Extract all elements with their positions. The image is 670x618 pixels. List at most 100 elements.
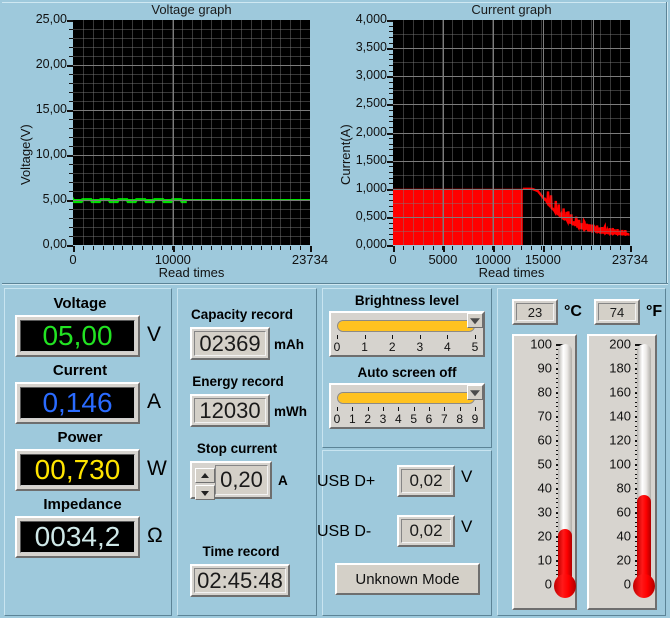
- chevron-down-icon: [470, 317, 480, 324]
- current-graph-title: Current graph: [471, 2, 552, 17]
- slider-tick-label: 2: [388, 340, 396, 354]
- axis-minor-tick: [610, 246, 612, 250]
- chevron-up-icon: [201, 472, 209, 478]
- axis-minor-tick: [152, 246, 153, 250]
- celsius-field[interactable]: 23: [512, 299, 558, 325]
- thermometer-tick-label: 100: [530, 336, 552, 352]
- axis-tick-label: 4,000: [355, 12, 387, 26]
- axis-minor-tick: [211, 246, 213, 250]
- slider-tick: [337, 335, 338, 339]
- energy-record-field[interactable]: 12030: [190, 394, 270, 427]
- auto-screen-off-slider-track[interactable]: [337, 392, 475, 404]
- grid-line-minor: [501, 20, 503, 245]
- axis-minor-tick: [161, 246, 163, 250]
- axis-minor-tick: [112, 246, 114, 250]
- grid-line-minor: [531, 20, 533, 245]
- power-readout-value: 00,730: [34, 454, 121, 485]
- current-readout-value: 0,146: [42, 387, 113, 418]
- capacity-record-field[interactable]: 02369: [190, 327, 270, 360]
- stop-current-label: Stop current: [196, 441, 278, 456]
- brightness-slider-scale: 0 1 2 3 4 5: [334, 335, 478, 355]
- voltage-readout-value: 05,00: [42, 320, 113, 351]
- grid-line-minor: [412, 20, 414, 245]
- axis-minor-tick: [280, 246, 282, 250]
- axis-minor-tick: [491, 246, 493, 250]
- brightness-slider-thumb[interactable]: [467, 313, 483, 328]
- stop-current-value: 0,20: [220, 467, 263, 492]
- slider-tick: [398, 407, 400, 411]
- fahrenheit-field[interactable]: 74: [594, 299, 640, 325]
- slider-tick-label: 3: [379, 412, 387, 426]
- axis-tick-label: 20,00: [35, 57, 67, 71]
- grid-line-minor: [122, 20, 124, 245]
- usb-tester-window: Voltage graph Voltage(V) 25,00 20,00 15,00…: [0, 0, 670, 618]
- brightness-slider-track[interactable]: [337, 320, 475, 332]
- stop-current-unit: A: [278, 473, 288, 488]
- grid-line-minor: [290, 20, 292, 245]
- grid-line-minor: [432, 20, 434, 245]
- slider-tick: [475, 335, 476, 339]
- grid-line-minor: [231, 20, 232, 245]
- grid-line-minor: [132, 20, 134, 245]
- axis-minor-tick: [422, 246, 424, 250]
- axis-minor-tick: [462, 246, 464, 250]
- grid-line-minor: [102, 20, 104, 245]
- current-readout-unit: A: [147, 390, 162, 413]
- axis-tick-label: 3,500: [355, 40, 387, 55]
- impedance-readout-label: Impedance: [43, 496, 122, 513]
- impedance-readout-value: 0034,2: [34, 521, 121, 552]
- slider-tick-label: 2: [364, 412, 371, 426]
- voltage-graph-title: Voltage graph: [151, 2, 232, 17]
- stop-current-stepper[interactable]: [195, 466, 215, 500]
- usb-dminus-unit: V: [461, 517, 473, 536]
- auto-screen-off-slider-thumb[interactable]: [467, 385, 483, 400]
- stop-current-field[interactable]: 0,20: [190, 461, 272, 500]
- brightness-slider[interactable]: 0 1 2 3 4 5: [329, 311, 485, 357]
- grid-line-minor: [600, 20, 602, 245]
- voltage-plot-area[interactable]: [73, 20, 310, 245]
- brightness-slider-fill: [338, 321, 474, 331]
- thermometer-tick-label: 80: [537, 384, 552, 400]
- axis-minor-tick: [541, 246, 543, 250]
- axis-tick-label: 10,00: [35, 147, 67, 161]
- capacity-record-unit: mAh: [274, 337, 304, 352]
- current-plot-area[interactable]: [393, 20, 630, 245]
- thermometer-tick-label: 70: [537, 408, 552, 424]
- axis-minor-tick: [570, 246, 572, 250]
- slider-tick-label: 9: [471, 412, 479, 426]
- grid-line: [542, 20, 544, 245]
- stop-current-increase-button[interactable]: [195, 468, 215, 483]
- usb-mode-button[interactable]: Unknown Mode: [335, 563, 480, 595]
- grid-line: [442, 20, 444, 245]
- grid-line-minor: [570, 20, 572, 245]
- axis-minor-tick: [560, 246, 562, 250]
- auto-screen-off-slider[interactable]: 0123456789: [329, 383, 485, 429]
- thermometer-tick-label: 40: [537, 480, 552, 496]
- axis-minor-tick: [432, 246, 434, 250]
- grid-line-minor: [112, 20, 114, 245]
- grid-line-minor: [201, 20, 203, 245]
- grid-line-minor: [560, 20, 562, 245]
- current-readout: 0,146: [15, 382, 140, 424]
- fahrenheit-value: 74: [609, 304, 625, 320]
- axis-minor-tick: [290, 246, 292, 250]
- usb-dminus-field[interactable]: 0,02: [397, 515, 455, 547]
- screen-settings-panel: Brightness level 012345 Auto screen off: [322, 288, 492, 448]
- axis-tick-label: 0,500: [355, 208, 387, 223]
- time-record-field[interactable]: 02:45:48: [190, 564, 290, 597]
- auto-screen-off-label: Auto screen off: [357, 365, 457, 380]
- fahrenheit-thermometer-mercury: [637, 495, 651, 584]
- slider-tick-label: 8: [456, 412, 463, 426]
- chevron-down-icon: [470, 389, 480, 396]
- stop-current-decrease-button[interactable]: [195, 485, 215, 500]
- axis-minor-tick: [260, 246, 262, 250]
- slider-tick-label: 1: [361, 340, 368, 354]
- axis-tick-label: 2,000: [355, 124, 387, 139]
- slider-tick: [475, 407, 476, 411]
- grid-line-minor: [270, 20, 272, 245]
- usb-dplus-field[interactable]: 0,02: [397, 465, 455, 497]
- grid-line-minor: [211, 20, 213, 245]
- graph-area-right-border: [666, 2, 668, 283]
- voltage-graph-x-axis-label: Read times: [158, 265, 225, 280]
- energy-record-unit: mWh: [274, 404, 307, 419]
